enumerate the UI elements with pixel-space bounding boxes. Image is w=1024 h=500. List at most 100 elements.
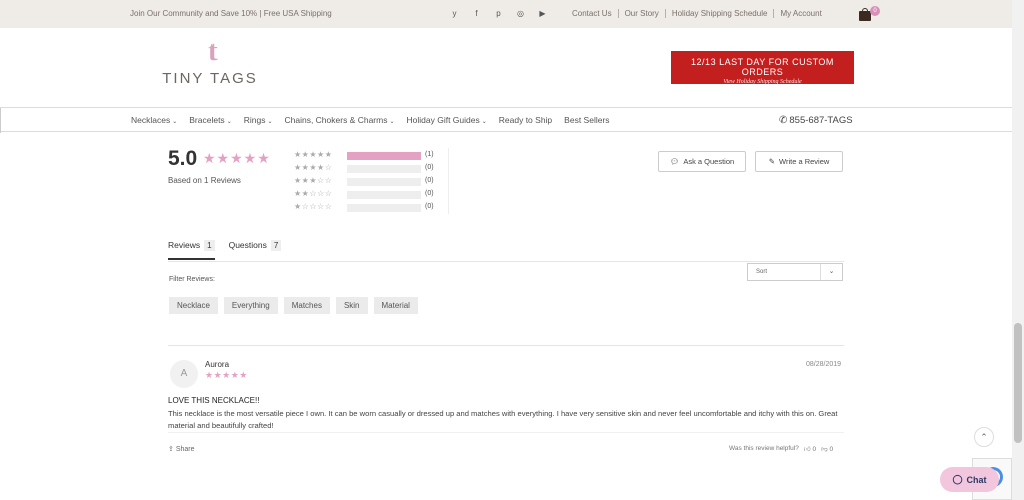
top-link-holiday-shipping-schedule[interactable]: Holiday Shipping Schedule (666, 9, 775, 18)
share-button[interactable]: ⇪ Share (168, 445, 195, 453)
cart-count-badge: 0 (870, 6, 880, 16)
cart-button[interactable]: 0 (857, 5, 881, 25)
chat-bubble-icon: 💬︎ (669, 157, 680, 166)
rating-histogram: ★★★★★ (1) ★★★★☆ (0) ★★★☆☆ (0) ★★☆☆☆ (0) ★☆☆☆☆ (0) (294, 150, 444, 215)
sort-placeholder: Sort (756, 269, 768, 275)
histogram-row[interactable]: ★★★★★ (1) (294, 150, 444, 163)
logo-mark: tt (208, 36, 218, 67)
thumbs-up-count: 0 (812, 446, 817, 453)
share-icon: ⇪ (168, 446, 174, 453)
histogram-stars: ★★★★☆ (294, 163, 333, 172)
review-body: This necklace is the most versatile piec… (168, 409, 838, 430)
chevron-down-icon: ⌄ (172, 119, 178, 125)
pencil-icon: ✎ (768, 157, 775, 166)
histogram-count: (0) (425, 164, 434, 171)
review-helpful: Was this review helpful? 👍︎ 0 👎︎ 0 (729, 445, 833, 453)
top-link-my-account[interactable]: My Account (774, 9, 827, 18)
tabs-divider (168, 261, 844, 262)
scrollbar-thumb[interactable] (1014, 323, 1022, 443)
nav-item-label: Ready to Ship (498, 115, 553, 125)
filter-label: Filter Reviews: (169, 276, 215, 283)
histogram-stars: ★☆☆☆☆ (294, 202, 333, 211)
tab-label: Reviews (168, 240, 201, 250)
youtube-icon[interactable]: ▶ (538, 9, 547, 18)
promo-text: Join Our Community and Save 10% | Free U… (130, 9, 332, 18)
tab-questions[interactable]: Questions 7 (229, 240, 282, 260)
custom-orders-banner[interactable]: 12/13 LAST DAY FOR CUSTOM ORDERS View Ho… (671, 51, 854, 85)
chevron-down-icon: ⌄ (481, 119, 487, 125)
nav-item-chains-chokers-charms[interactable]: Chains, Chokers & Charms ⌄ (284, 115, 394, 125)
nav-item-best-sellers[interactable]: Best Sellers (564, 115, 609, 125)
write-review-label: Write a Review (779, 157, 830, 166)
twitter-icon[interactable]: y (450, 9, 459, 18)
chevron-down-icon: ⌄ (820, 264, 842, 280)
reviewer-name: Aurora (205, 360, 230, 369)
histogram-bar (347, 152, 421, 160)
nav-item-label: Chains, Chokers & Charms (284, 115, 388, 125)
page-scrollbar[interactable] (1012, 0, 1024, 500)
histogram-count: (0) (425, 177, 434, 184)
instagram-icon[interactable]: ◎ (516, 9, 525, 18)
thumbs-up-button[interactable]: 👍︎ 0 (804, 445, 816, 453)
filter-chip-material[interactable]: Material (373, 297, 418, 314)
nav-items: Necklaces ⌄ Bracelets ⌄ Rings ⌄ Chains, Choker… (131, 115, 610, 125)
review-tabs: Reviews 1 Questions 7 (168, 240, 282, 260)
write-review-button[interactable]: ✎ Write a Review (755, 151, 843, 172)
histogram-bar-fill (347, 152, 421, 160)
review-separator (168, 345, 844, 346)
based-on-text: Based on 1 Reviews (168, 176, 241, 185)
histogram-count: (0) (425, 190, 434, 197)
share-label: Share (175, 446, 195, 453)
histogram-stars: ★★★★★ (294, 150, 333, 159)
histogram-bar (347, 178, 421, 186)
review-stars: ★★★★★ (205, 370, 248, 380)
average-rating: 5.0 (168, 147, 198, 170)
top-link-our-story[interactable]: Our Story (619, 9, 666, 18)
histogram-bar (347, 165, 421, 173)
histogram-row[interactable]: ★★☆☆☆ (0) (294, 189, 444, 202)
facebook-icon[interactable]: f (472, 9, 481, 18)
tab-reviews[interactable]: Reviews 1 (168, 240, 215, 260)
nav-item-ready-to-ship[interactable]: Ready to Ship (499, 115, 552, 125)
phone-number: 855-687-TAGS (789, 115, 853, 126)
social-links: y f p ◎ ▶ (450, 9, 547, 18)
nav-item-bracelets[interactable]: Bracelets ⌄ (189, 115, 231, 125)
nav-edge (0, 108, 1, 133)
main-nav: Necklaces ⌄ Bracelets ⌄ Rings ⌄ Chains, Choker… (0, 107, 1012, 133)
histogram-stars: ★★☆☆☆ (294, 189, 333, 198)
filter-chip-necklace[interactable]: Necklace (169, 297, 218, 314)
chat-label: Chat (966, 474, 987, 485)
filter-chip-matches[interactable]: Matches (283, 297, 330, 314)
nav-item-label: Best Sellers (564, 115, 610, 125)
filter-chip-everything[interactable]: Everything (223, 297, 278, 314)
nav-item-label: Holiday Gift Guides (406, 115, 480, 125)
histogram-row[interactable]: ★★★☆☆ (0) (294, 176, 444, 189)
nav-item-holiday-gift-guides[interactable]: Holiday Gift Guides ⌄ (407, 115, 487, 125)
ask-question-label: Ask a Question (683, 157, 735, 166)
chat-button[interactable]: ◯ Chat (940, 467, 999, 492)
histogram-row[interactable]: ★☆☆☆☆ (0) (294, 202, 444, 215)
histogram-row[interactable]: ★★★★☆ (0) (294, 163, 444, 176)
summary-divider (448, 148, 449, 214)
tab-count-badge: 7 (270, 240, 282, 251)
pinterest-icon[interactable]: p (494, 9, 503, 18)
filter-chip-skin[interactable]: Skin (335, 297, 368, 314)
site-logo[interactable]: tt TINY TAGS (150, 38, 270, 94)
chevron-down-icon: ⌄ (226, 119, 232, 125)
tab-count-badge: 1 (204, 240, 215, 251)
thumbs-down-icon: 👎︎ (821, 446, 828, 453)
nav-item-rings[interactable]: Rings ⌄ (244, 115, 273, 125)
logo-name: TINY TAGS (162, 70, 258, 87)
thumbs-down-button[interactable]: 👎︎ 0 (821, 445, 833, 453)
banner-headline: 12/13 LAST DAY FOR CUSTOM ORDERS (691, 57, 834, 77)
ask-question-button[interactable]: 💬︎ Ask a Question (658, 151, 746, 172)
nav-item-label: Rings (243, 115, 266, 125)
nav-item-necklaces[interactable]: Necklaces ⌄ (131, 115, 177, 125)
chevron-down-icon: ⌄ (389, 119, 395, 125)
shopping-bag-icon (859, 11, 871, 21)
scroll-to-top-button[interactable]: ⌃ (974, 427, 994, 447)
histogram-bar (347, 204, 421, 212)
top-link-contact-us[interactable]: Contact Us (566, 9, 619, 18)
phone-link[interactable]: ✆ 855-687-TAGS (779, 115, 853, 126)
sort-select[interactable]: Sort ⌄ (747, 263, 843, 281)
